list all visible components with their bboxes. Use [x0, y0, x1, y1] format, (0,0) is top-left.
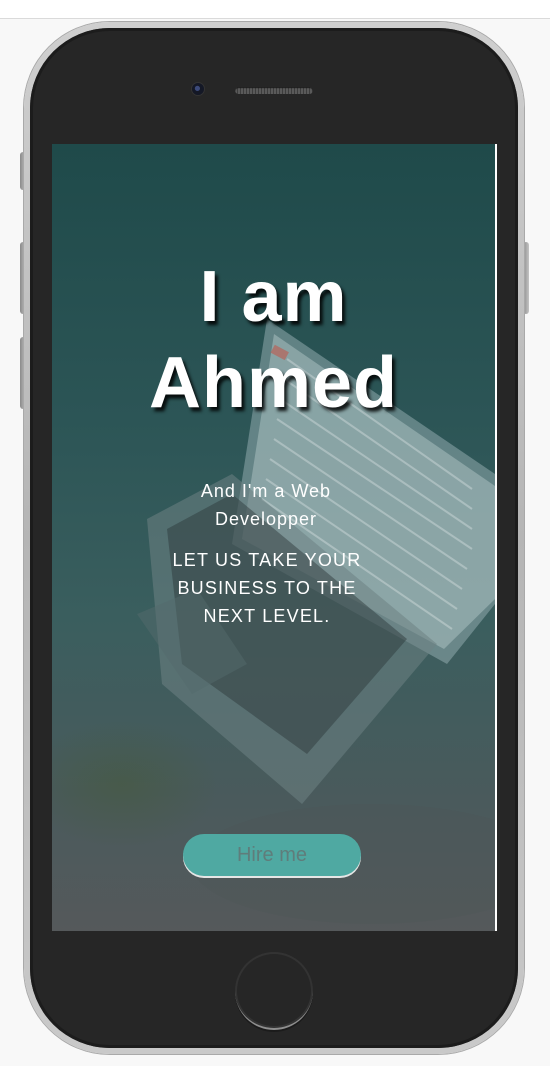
- browser-top-bar: [0, 0, 550, 19]
- hero-subtitle: And I'm a Web Developper: [200, 481, 332, 529]
- hire-me-button[interactable]: Hire me: [183, 834, 361, 876]
- camera-icon: [192, 83, 204, 95]
- phone-screen: I am Ahmed And I'm a Web Developper LET …: [52, 144, 497, 931]
- speaker-grille: [235, 87, 313, 94]
- hero-title: I am Ahmed: [52, 254, 495, 426]
- home-button[interactable]: [235, 952, 313, 1030]
- hero-content: I am Ahmed And I'm a Web Developper LET …: [52, 144, 495, 931]
- hero-title-line2: Ahmed: [148, 343, 399, 423]
- hero-tagline: LET US TAKE YOUR BUSINESS TO THE NEXT LE…: [172, 550, 362, 626]
- hero-title-line1: I am: [199, 257, 348, 337]
